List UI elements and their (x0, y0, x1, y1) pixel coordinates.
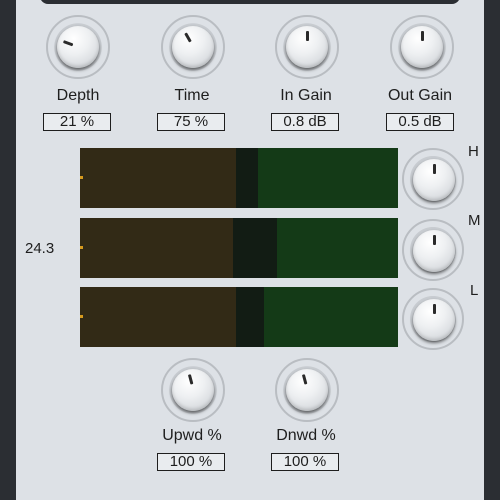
band-label-high: H (468, 143, 479, 160)
meter-high-marker (80, 176, 83, 179)
meter-low (80, 287, 398, 347)
plugin-panel: Depth Time In Gain Out Gain 21 % 75 % 0.… (16, 0, 484, 500)
downward-label: Dnwd % (276, 427, 336, 444)
out-gain-knob[interactable] (390, 15, 454, 79)
downward-knob[interactable] (275, 358, 339, 422)
low-band-knob-pointer (433, 304, 436, 314)
downward-value[interactable]: 100 % (271, 453, 339, 471)
in-gain-knob[interactable] (275, 15, 339, 79)
meter-high-dark (235, 148, 259, 208)
meter-low-dark (235, 287, 265, 347)
meter-mid-level (80, 218, 233, 278)
side-readout: 24.3 (25, 240, 55, 257)
time-label: Time (174, 87, 210, 104)
upward-knob[interactable] (161, 358, 225, 422)
band-label-low: L (470, 282, 479, 299)
low-band-knob[interactable] (402, 288, 464, 350)
depth-label: Depth (56, 87, 100, 104)
mid-band-knob[interactable] (402, 219, 464, 281)
top-bar (40, 0, 460, 4)
out-gain-label: Out Gain (387, 87, 453, 104)
high-band-knob[interactable] (402, 148, 464, 210)
meter-high-level (80, 148, 236, 208)
meter-mid (80, 218, 398, 278)
depth-value[interactable]: 21 % (43, 113, 111, 131)
upward-value[interactable]: 100 % (157, 453, 225, 471)
time-value[interactable]: 75 % (157, 113, 225, 131)
meter-high (80, 148, 398, 208)
high-band-knob-pointer (433, 164, 436, 174)
in-gain-label: In Gain (280, 87, 332, 104)
meter-low-level (80, 287, 236, 347)
out-gain-value[interactable]: 0.5 dB (386, 113, 454, 131)
time-knob[interactable] (161, 15, 225, 79)
band-label-mid: M (468, 212, 481, 229)
meter-low-marker (80, 315, 83, 318)
upward-label: Upwd % (162, 427, 222, 444)
meter-mid-dark (232, 218, 278, 278)
in-gain-knob-pointer (306, 31, 309, 41)
depth-knob[interactable] (46, 15, 110, 79)
mid-band-knob-pointer (433, 235, 436, 245)
meter-mid-marker (80, 246, 83, 249)
in-gain-value[interactable]: 0.8 dB (271, 113, 339, 131)
out-gain-knob-pointer (421, 31, 424, 41)
